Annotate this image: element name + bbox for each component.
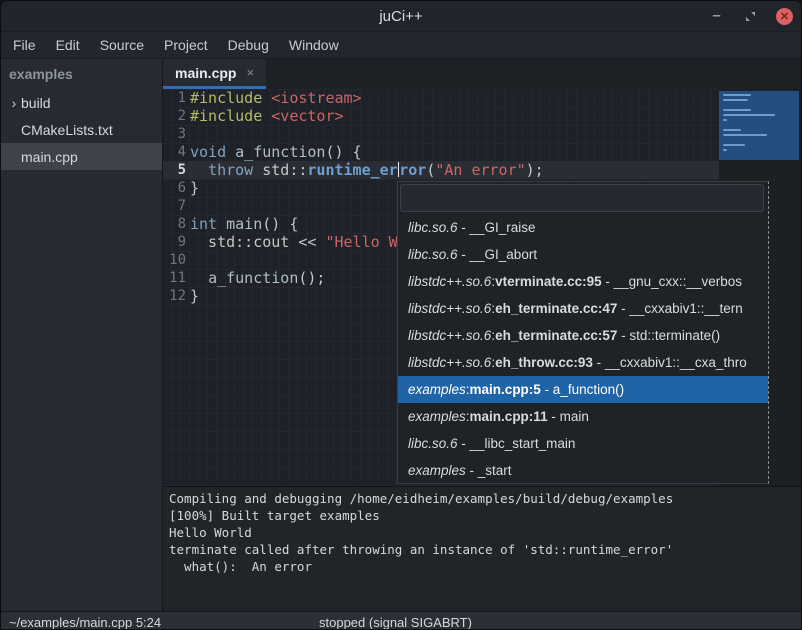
code-line[interactable]: 4void a_function() { (163, 143, 719, 161)
restore-button[interactable] (742, 8, 759, 25)
backtrace-item[interactable]: libstdc++.so.6:eh_throw.cc:93 - __cxxabi… (398, 349, 768, 376)
backtrace-item[interactable]: examples:main.cpp:11 - main (398, 403, 768, 430)
app-window: juCi++ – ✕ FileEditSourceProjectDebugWin… (0, 0, 802, 630)
backtrace-item[interactable]: examples:main.cpp:5 - a_function() (398, 376, 768, 403)
file-tree: ›build CMakeLists.txt main.cpp (1, 89, 162, 170)
editor-pane: main.cpp × 1#include <iostream>2#include… (163, 59, 801, 611)
line-number: 10 (163, 251, 190, 269)
backtrace-item[interactable]: libc.so.6 - __GI_raise (398, 214, 768, 241)
terminal-output[interactable]: Compiling and debugging /home/eidheim/ex… (163, 486, 801, 611)
code-text: throw std::runtime_error("An error"); (190, 161, 719, 179)
tab-close-icon[interactable]: × (246, 65, 254, 80)
menu-project[interactable]: Project (154, 32, 218, 58)
line-number: 8 (163, 215, 190, 233)
line-number: 11 (163, 269, 190, 287)
restore-icon (745, 11, 756, 22)
minimap-code-line (723, 134, 767, 136)
code-text: void a_function() { (190, 143, 719, 161)
code-line[interactable]: 2#include <vector> (163, 107, 719, 125)
backtrace-item[interactable]: libc.so.6 - __libc_start_main (398, 430, 768, 457)
backtrace-list: libc.so.6 - __GI_raiselibc.so.6 - __GI_a… (398, 214, 768, 484)
terminal-line: what(): An error (169, 558, 801, 575)
minimap-code-line (723, 114, 775, 116)
sidebar-item-main-cpp[interactable]: main.cpp (1, 143, 162, 170)
menu-edit[interactable]: Edit (46, 32, 90, 58)
tab-bar: main.cpp × (163, 59, 801, 89)
minimap-code-line (723, 129, 741, 131)
close-button[interactable]: ✕ (776, 8, 793, 25)
tree-item-label: build (21, 95, 51, 111)
line-number: 4 (163, 143, 190, 161)
minimize-button[interactable]: – (708, 8, 725, 25)
tree-item-label: CMakeLists.txt (21, 122, 113, 138)
file-tree-sidebar: examples ›build CMakeLists.txt main.cpp (1, 59, 163, 611)
line-number: 6 (163, 179, 190, 197)
menu-file[interactable]: File (3, 32, 46, 58)
backtrace-filter-input[interactable] (400, 184, 764, 212)
minimap-code-line (723, 109, 751, 111)
line-number: 2 (163, 107, 190, 125)
backtrace-item[interactable]: libc.so.6 - __GI_abort (398, 241, 768, 268)
line-number: 12 (163, 287, 190, 305)
menu-window[interactable]: Window (279, 32, 349, 58)
menu-source[interactable]: Source (90, 32, 154, 58)
code-line[interactable]: 1#include <iostream> (163, 89, 719, 107)
sidebar-item-cmakelists-txt[interactable]: CMakeLists.txt (1, 116, 162, 143)
minimap-code-line (723, 144, 745, 146)
tab-label: main.cpp (175, 65, 236, 81)
window-controls: – ✕ (708, 1, 793, 31)
status-file-location: ~/examples/main.cpp 5:24 (9, 615, 161, 630)
window-title: juCi++ (1, 8, 801, 25)
code-line[interactable]: 3 (163, 125, 719, 143)
terminal-line: [100%] Built target examples (169, 507, 801, 524)
minimap-code-line (723, 94, 751, 96)
minimap-viewport[interactable] (719, 91, 799, 160)
backtrace-item[interactable]: libstdc++.so.6:vterminate.cc:95 - __gnu_… (398, 268, 768, 295)
terminal-line: Compiling and debugging /home/eidheim/ex… (169, 490, 801, 507)
backtrace-item[interactable]: libstdc++.so.6:eh_terminate.cc:47 - __cx… (398, 295, 768, 322)
line-number: 7 (163, 197, 190, 215)
chevron-right-icon[interactable]: › (7, 95, 21, 111)
tree-item-label: main.cpp (21, 149, 78, 165)
tab-main-cpp[interactable]: main.cpp × (163, 59, 266, 89)
code-text: #include <iostream> (190, 89, 719, 107)
project-name-header: examples (1, 59, 162, 89)
line-number: 3 (163, 125, 190, 143)
statusbar: ~/examples/main.cpp 5:24 stopped (signal… (1, 611, 801, 630)
code-line[interactable]: 5 throw std::runtime_error("An error"); (163, 161, 719, 179)
backtrace-item[interactable]: libstdc++.so.6:eh_terminate.cc:57 - std:… (398, 322, 768, 349)
main-content: examples ›build CMakeLists.txt main.cpp ma… (1, 59, 801, 611)
line-number: 5 (163, 161, 190, 179)
minimap-code-line (723, 99, 748, 101)
line-number: 9 (163, 233, 190, 251)
editor-wrap: 1#include <iostream>2#include <vector>34… (163, 89, 801, 486)
sidebar-item-build[interactable]: ›build (1, 89, 162, 116)
status-debug-state: stopped (signal SIGABRT) (319, 612, 472, 630)
terminal-line: terminate called after throwing an insta… (169, 541, 801, 558)
minimap-code-line (723, 149, 727, 151)
menu-debug[interactable]: Debug (218, 32, 279, 58)
backtrace-popup: libc.so.6 - __GI_raiselibc.so.6 - __GI_a… (397, 181, 769, 484)
minimap-code-line (723, 119, 727, 121)
code-text (190, 125, 719, 143)
titlebar: juCi++ – ✕ (1, 1, 801, 32)
backtrace-item[interactable]: examples - _start (398, 457, 768, 484)
line-number: 1 (163, 89, 190, 107)
code-text: #include <vector> (190, 107, 719, 125)
menubar: FileEditSourceProjectDebugWindow (1, 32, 801, 59)
terminal-line: Hello World (169, 524, 801, 541)
